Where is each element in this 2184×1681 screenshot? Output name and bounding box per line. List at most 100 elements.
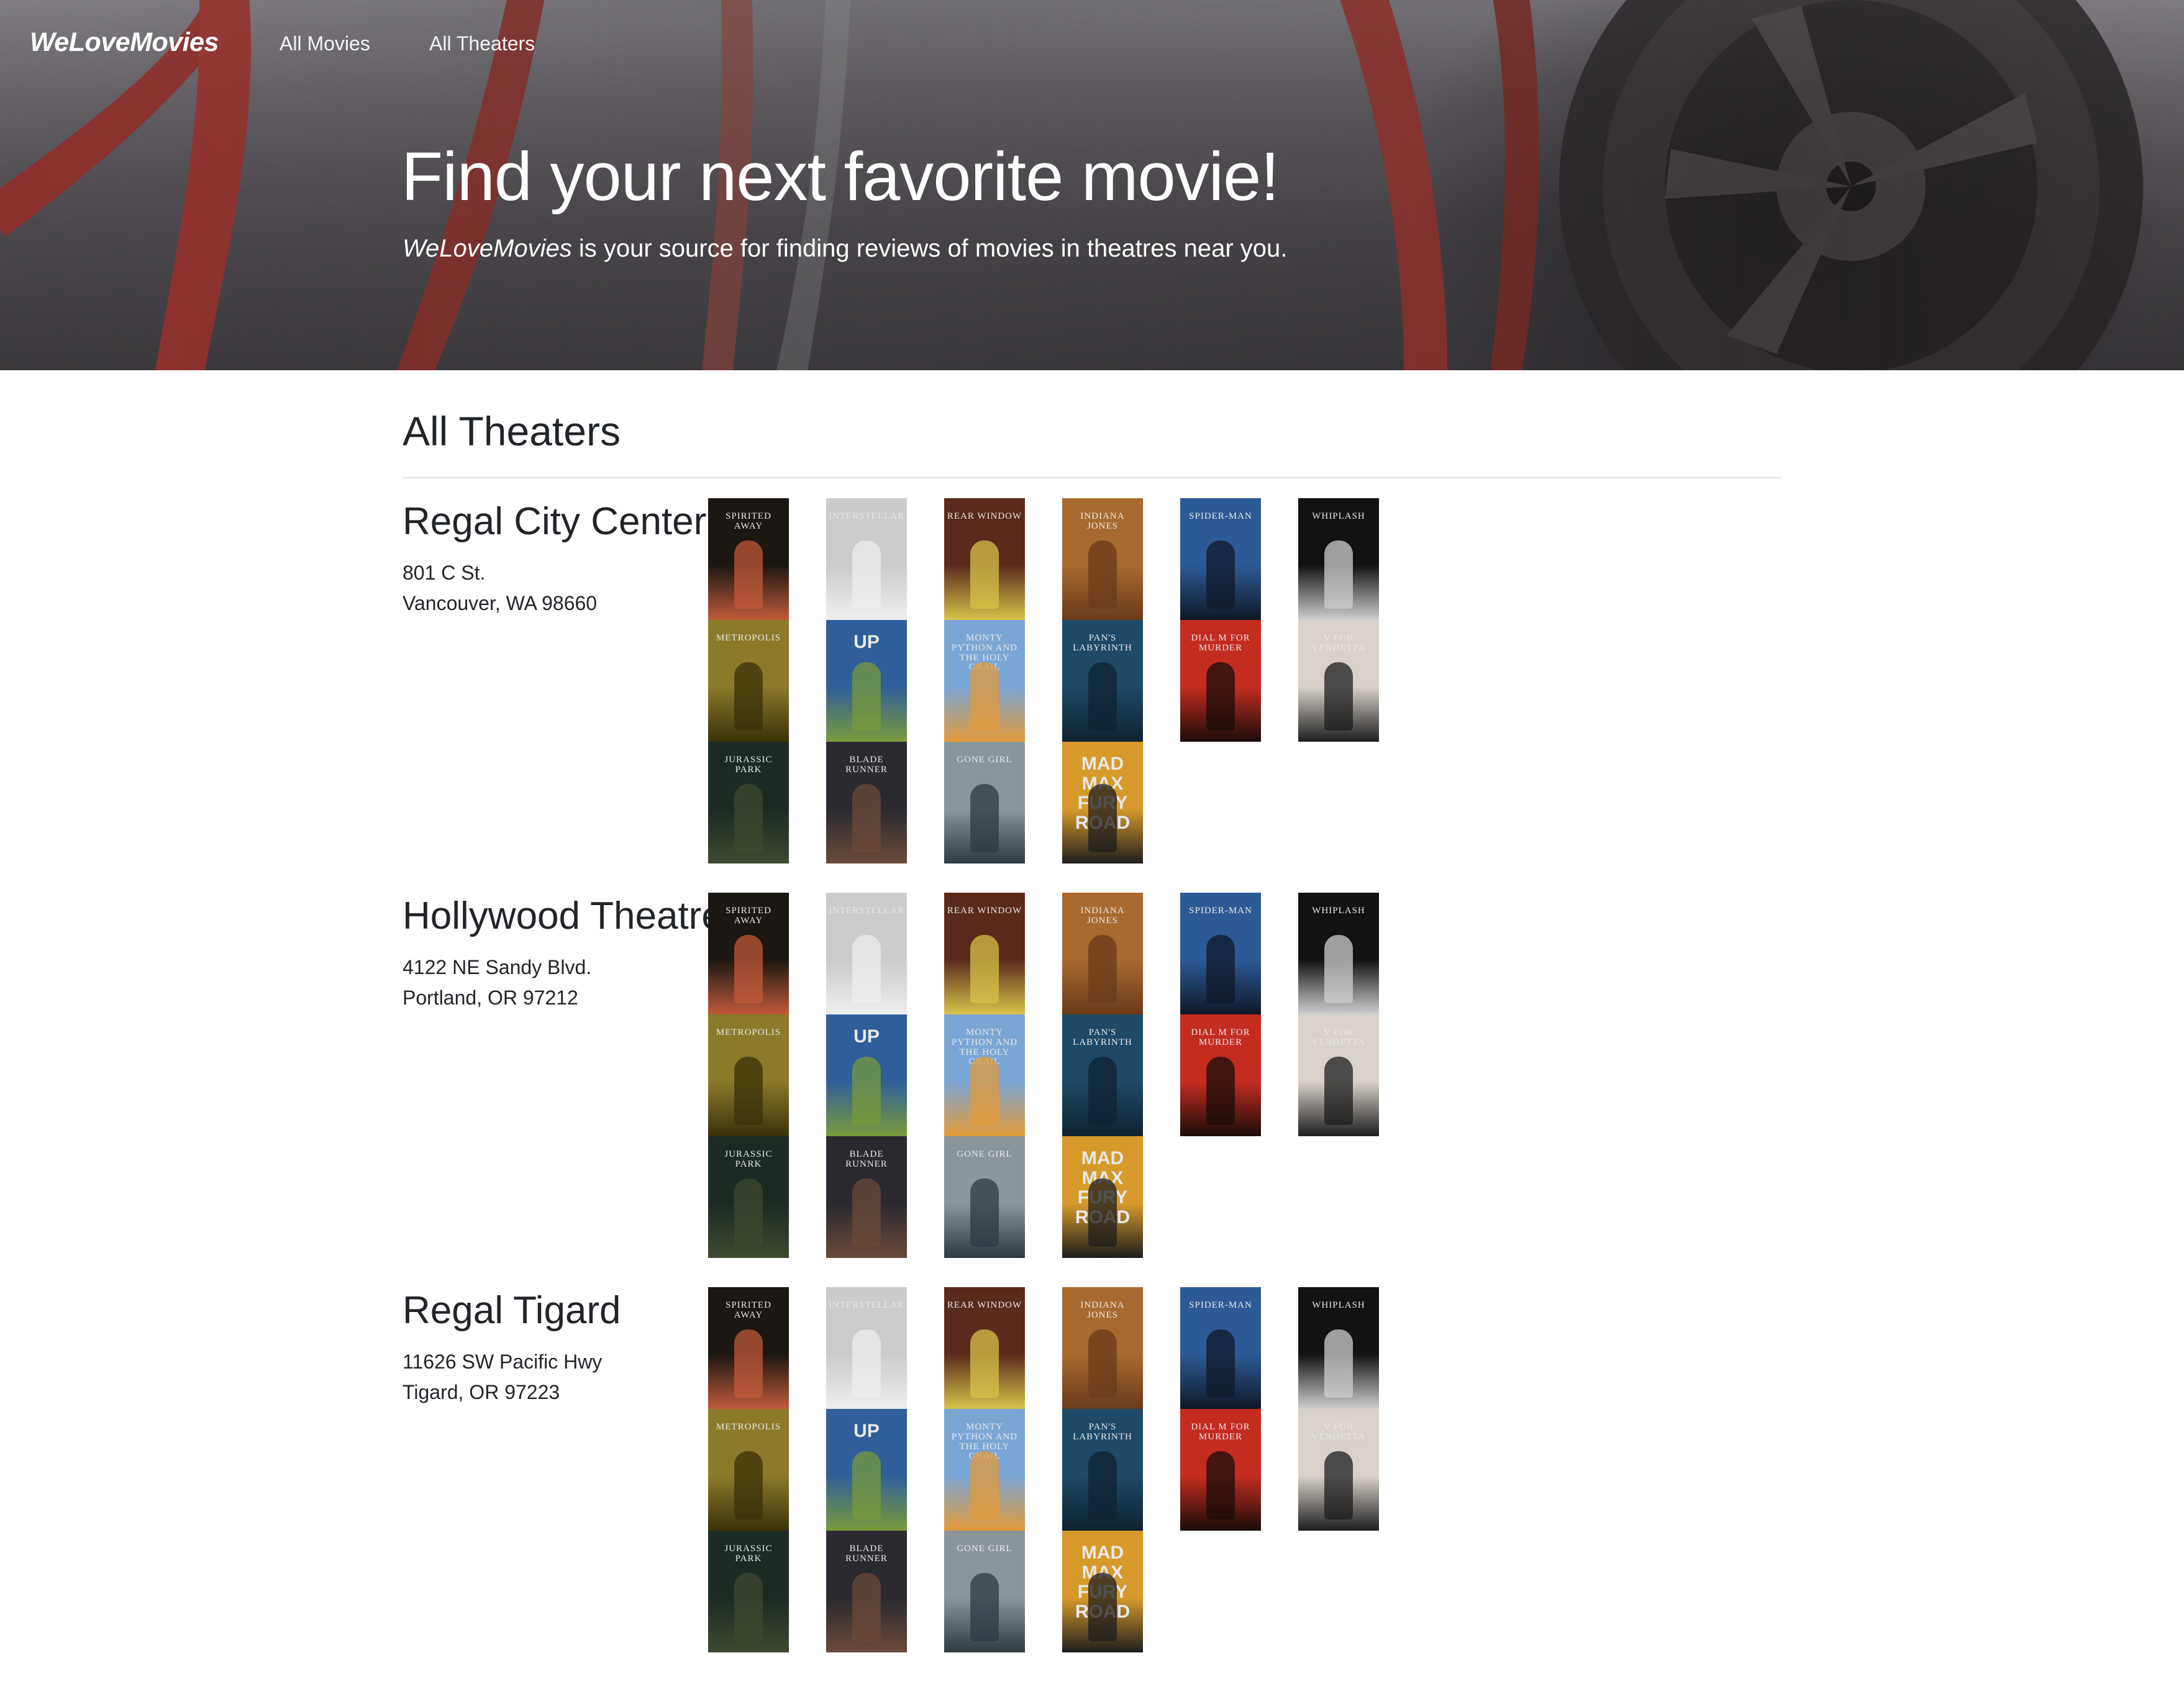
poster-title: DIAL M FOR MURDER — [1191, 633, 1250, 653]
poster-column: WHIPLASH V FOR VENDETTA — [1298, 1287, 1379, 1531]
poster-figure — [1324, 935, 1353, 1003]
movie-poster[interactable]: PAN'S LABYRINTH — [1062, 620, 1143, 742]
movie-poster[interactable]: BLADE RUNNER — [826, 742, 907, 863]
movie-poster[interactable]: GONE GIRL — [944, 1136, 1025, 1258]
movie-poster[interactable]: METROPOLIS — [708, 1014, 789, 1136]
poster-figure — [852, 784, 881, 852]
poster-column: INDIANA JONES PAN'S LABYRINTH MAD MAX FURY… — [1062, 893, 1143, 1258]
movie-poster[interactable]: MAD MAX FURY ROAD — [1062, 1531, 1143, 1652]
poster-column: INTERSTELLAR UP BLADE RUNNER — [826, 498, 907, 863]
theater-card: Hollywood Theatre 4122 NE Sandy Blvd. Port… — [403, 893, 1781, 1259]
theater-name[interactable]: Hollywood Theatre — [403, 894, 723, 938]
movie-poster[interactable]: SPIRITED AWAY — [708, 893, 789, 1014]
movie-poster[interactable]: MONTY PYTHON AND THE HOLY GRAIL — [944, 1014, 1025, 1136]
poster-title: INDIANA JONES — [1080, 511, 1125, 531]
movie-poster[interactable]: DIAL M FOR MURDER — [1180, 1409, 1261, 1531]
poster-title: INDIANA JONES — [1080, 906, 1125, 926]
movie-poster[interactable]: INTERSTELLAR — [826, 893, 907, 1014]
movie-poster[interactable]: UP — [826, 1409, 907, 1531]
movie-poster[interactable]: SPIDER-MAN — [1180, 498, 1261, 620]
poster-figure — [852, 1329, 881, 1398]
movie-poster[interactable]: MONTY PYTHON AND THE HOLY GRAIL — [944, 620, 1025, 742]
poster-figure — [970, 935, 999, 1003]
poster-title: UP — [853, 1026, 880, 1047]
movie-poster[interactable]: UP — [826, 620, 907, 742]
movie-poster[interactable]: PAN'S LABYRINTH — [1062, 1014, 1143, 1136]
movie-poster[interactable]: REAR WINDOW — [944, 498, 1025, 620]
poster-figure — [970, 784, 999, 852]
movie-poster[interactable]: DIAL M FOR MURDER — [1180, 620, 1261, 742]
movie-poster[interactable]: SPIRITED AWAY — [708, 498, 789, 620]
movie-poster[interactable]: INDIANA JONES — [1062, 498, 1143, 620]
movie-poster[interactable]: METROPOLIS — [708, 620, 789, 742]
movie-poster[interactable]: MAD MAX FURY ROAD — [1062, 1136, 1143, 1258]
poster-column: SPIRITED AWAY METROPOLIS JURASSIC PARK — [708, 893, 789, 1258]
poster-title: WHIPLASH — [1312, 906, 1365, 916]
poster-title: PAN'S LABYRINTH — [1073, 1027, 1132, 1047]
movie-poster[interactable]: SPIDER-MAN — [1180, 893, 1261, 1014]
theater-card: Regal City Center 801 C St. Vancouver, WA … — [403, 498, 1781, 865]
poster-figure — [1088, 1178, 1117, 1247]
poster-title: UP — [853, 1421, 880, 1441]
nav-link-all-theaters[interactable]: All Theaters — [429, 32, 535, 55]
movie-poster[interactable]: JURASSIC PARK — [708, 742, 789, 863]
poster-figure — [734, 1451, 763, 1519]
movie-poster[interactable]: INTERSTELLAR — [826, 1287, 907, 1409]
movie-poster[interactable]: V FOR VENDETTA — [1298, 1014, 1379, 1136]
movie-poster[interactable]: SPIRITED AWAY — [708, 1287, 789, 1409]
movie-poster[interactable]: INDIANA JONES — [1062, 893, 1143, 1014]
theater-name[interactable]: Regal City Center — [403, 499, 706, 544]
theater-address-line2: Tigard, OR 97223 — [403, 1381, 560, 1403]
movie-poster[interactable]: GONE GIRL — [944, 1531, 1025, 1652]
hero-subtitle: WeLoveMovies is your source for finding … — [403, 235, 1287, 263]
movie-poster[interactable]: PAN'S LABYRINTH — [1062, 1409, 1143, 1531]
movie-poster[interactable]: INDIANA JONES — [1062, 1287, 1143, 1409]
poster-title: PAN'S LABYRINTH — [1073, 633, 1132, 653]
movie-poster[interactable]: SPIDER-MAN — [1180, 1287, 1261, 1409]
poster-title: INTERSTELLAR — [829, 511, 904, 521]
poster-title: SPIDER-MAN — [1189, 511, 1252, 521]
theater-name[interactable]: Regal Tigard — [403, 1288, 621, 1332]
movie-poster[interactable]: BLADE RUNNER — [826, 1136, 907, 1258]
theater-address-line2: Portland, OR 97212 — [403, 986, 578, 1009]
movie-poster[interactable]: WHIPLASH — [1298, 893, 1379, 1014]
movie-poster[interactable]: DIAL M FOR MURDER — [1180, 1014, 1261, 1136]
poster-figure — [1206, 1329, 1235, 1398]
movie-poster[interactable]: JURASSIC PARK — [708, 1136, 789, 1258]
poster-figure — [734, 662, 763, 731]
poster-figure — [1088, 662, 1117, 731]
poster-title: INTERSTELLAR — [829, 906, 904, 916]
theater-address-line1: 4122 NE Sandy Blvd. — [403, 956, 592, 978]
poster-title: INDIANA JONES — [1080, 1300, 1125, 1320]
movie-poster[interactable]: JURASSIC PARK — [708, 1531, 789, 1652]
movie-poster[interactable]: MONTY PYTHON AND THE HOLY GRAIL — [944, 1409, 1025, 1531]
nav-link-all-movies[interactable]: All Movies — [280, 32, 370, 55]
movie-poster[interactable]: GONE GIRL — [944, 742, 1025, 863]
movie-poster[interactable]: REAR WINDOW — [944, 1287, 1025, 1409]
movie-poster[interactable]: REAR WINDOW — [944, 893, 1025, 1014]
poster-title: WHIPLASH — [1312, 511, 1365, 521]
hero-subtitle-brand: WeLoveMovies — [403, 235, 572, 262]
brand-logo[interactable]: WeLoveMovies — [30, 27, 219, 58]
movie-poster[interactable]: V FOR VENDETTA — [1298, 1409, 1379, 1531]
movie-poster[interactable]: WHIPLASH — [1298, 1287, 1379, 1409]
poster-title: METROPOLIS — [716, 1422, 781, 1432]
poster-title: SPIDER-MAN — [1189, 1300, 1252, 1310]
poster-figure — [734, 1573, 763, 1641]
movie-poster[interactable]: MAD MAX FURY ROAD — [1062, 742, 1143, 863]
movie-poster[interactable]: INTERSTELLAR — [826, 498, 907, 620]
movie-poster[interactable]: WHIPLASH — [1298, 498, 1379, 620]
poster-figure — [734, 1329, 763, 1398]
poster-figure — [1088, 1329, 1117, 1398]
poster-figure — [1324, 1057, 1353, 1125]
movie-poster[interactable]: UP — [826, 1014, 907, 1136]
movie-poster[interactable]: V FOR VENDETTA — [1298, 620, 1379, 742]
poster-column: REAR WINDOW MONTY PYTHON AND THE HOLY GRA… — [944, 893, 1025, 1258]
theater-address: 11626 SW Pacific Hwy Tigard, OR 97223 — [403, 1347, 602, 1408]
poster-title: SPIRITED AWAY — [726, 511, 771, 531]
poster-title: WHIPLASH — [1312, 1300, 1365, 1310]
theater-address-line1: 801 C St. — [403, 562, 486, 584]
poster-title: GONE GIRL — [957, 1149, 1012, 1159]
movie-poster[interactable]: METROPOLIS — [708, 1409, 789, 1531]
movie-poster[interactable]: BLADE RUNNER — [826, 1531, 907, 1652]
